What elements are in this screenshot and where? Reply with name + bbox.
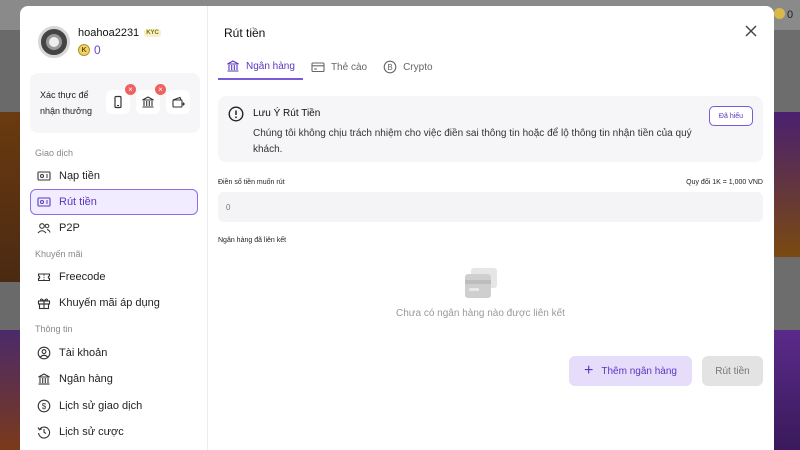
svg-text:B: B: [387, 63, 392, 72]
account-sidebar: hoahoa2231 KYC K 0 Xác thực để nhận thưở…: [20, 6, 208, 450]
bitcoin-icon: B: [383, 60, 397, 74]
notice-text: Chúng tôi không chịu trách nhiệm cho việ…: [253, 128, 692, 155]
coin-icon: K: [78, 44, 90, 56]
sidebar-item-bank[interactable]: Ngân hàng: [30, 366, 198, 392]
avatar[interactable]: [38, 26, 70, 58]
background-coin-balance: 0: [774, 8, 793, 21]
withdraw-icon: [37, 197, 51, 207]
sidebar-item-p2p[interactable]: P2P: [30, 215, 198, 241]
add-bank-button[interactable]: + Thêm ngân hàng: [569, 356, 692, 386]
coin-icon: [774, 8, 785, 19]
tab-scratch-card[interactable]: Thẻ cào: [303, 54, 375, 80]
sidebar-item-applied-promos[interactable]: Khuyến mãi áp dụng: [30, 290, 198, 316]
verify-bank-button[interactable]: ×: [136, 84, 166, 114]
unverified-badge: ×: [155, 84, 166, 95]
dollar-circle-icon: $: [37, 399, 51, 413]
sidebar-item-account[interactable]: Tài khoản: [30, 340, 198, 366]
verify-box: Xác thực để nhận thưởng × ×: [30, 73, 200, 133]
svg-text:$: $: [42, 402, 47, 411]
empty-card-icon: [465, 268, 497, 298]
sidebar-item-freecode[interactable]: Freecode: [30, 264, 198, 290]
tab-crypto[interactable]: B Crypto: [375, 54, 440, 80]
user-circle-icon: [37, 346, 51, 360]
background-banner: [0, 330, 20, 450]
withdraw-notice: Lưu Ý Rút Tiền Chúng tôi không chịu trác…: [218, 96, 763, 162]
acknowledge-button[interactable]: Đã hiểu: [709, 106, 753, 126]
kyc-badge: KYC: [144, 29, 161, 37]
wallet-add-icon: [172, 96, 185, 108]
linked-banks-label: Ngân hàng đã liên kết: [218, 237, 287, 244]
gift-icon: [37, 298, 51, 310]
deposit-icon: [37, 171, 51, 181]
sidebar-item-withdraw[interactable]: Rút tiền: [30, 189, 198, 215]
phone-icon: [114, 95, 122, 109]
section-title-info: Thông tin: [35, 324, 73, 334]
section-title-promotions: Khuyến mãi: [35, 249, 83, 259]
bank-icon: [142, 96, 154, 108]
username: hoahoa2231 KYC: [78, 27, 161, 39]
sidebar-item-deposit[interactable]: Nạp tiền: [30, 163, 198, 189]
withdraw-submit-button[interactable]: Rút tiền: [702, 356, 763, 386]
background-banner: [0, 112, 20, 282]
withdraw-panel: Rút tiền Ngân hàng Thẻ cào B Crypto Lưu …: [208, 6, 774, 450]
withdraw-method-tabs: Ngân hàng Thẻ cào B Crypto: [218, 54, 441, 80]
sidebar-item-bet-history[interactable]: Lịch sử cược: [30, 419, 198, 445]
user-balance: K 0: [78, 43, 161, 57]
notice-title: Lưu Ý Rút Tiền: [253, 108, 321, 119]
unverified-badge: ×: [125, 84, 136, 95]
amount-input[interactable]: [218, 192, 763, 222]
sidebar-item-transaction-history[interactable]: $ Lịch sử giao dịch: [30, 393, 198, 419]
plus-icon: +: [584, 362, 594, 379]
avatar-image: [46, 34, 62, 50]
withdraw-modal: hoahoa2231 KYC K 0 Xác thực để nhận thưở…: [20, 6, 774, 450]
amount-label: Điền số tiền muốn rút: [218, 179, 285, 186]
section-title-transactions: Giao dịch: [35, 148, 74, 158]
bank-icon: [38, 373, 50, 385]
verify-phone-button[interactable]: ×: [106, 84, 136, 114]
card-icon: [311, 62, 325, 73]
exchange-rate-label: Quy đổi 1K = 1,000 VND: [686, 179, 763, 186]
verify-label: Xác thực để nhận thưởng: [40, 90, 92, 116]
alert-circle-icon: [228, 106, 244, 122]
users-icon: [37, 223, 51, 234]
ticket-icon: [37, 273, 51, 282]
empty-state-text: Chưa có ngân hàng nào được liên kết: [396, 308, 565, 319]
background-banner: [773, 330, 800, 450]
close-icon[interactable]: [744, 24, 758, 38]
tab-bank[interactable]: Ngân hàng: [218, 54, 303, 80]
page-title: Rút tiền: [224, 26, 266, 40]
history-icon: [37, 426, 51, 439]
user-info: hoahoa2231 KYC K 0: [38, 26, 161, 58]
verify-wallet-button[interactable]: [166, 90, 190, 114]
bank-icon: [227, 60, 239, 72]
background-banner: [773, 112, 800, 257]
